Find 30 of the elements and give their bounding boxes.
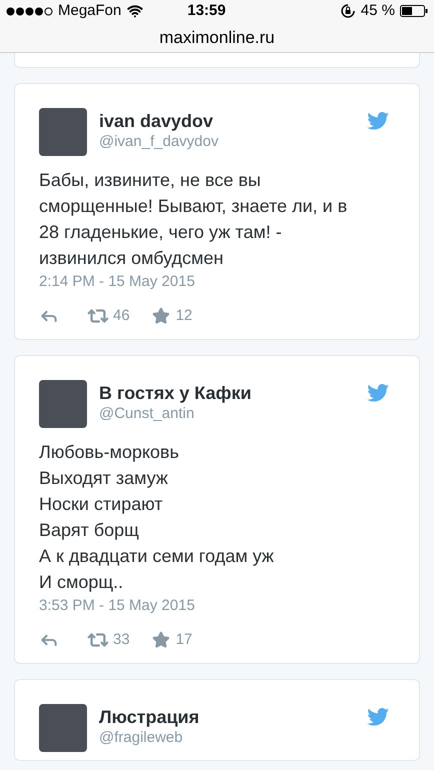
bird-icon	[367, 384, 389, 402]
clock-time: 13:59	[187, 0, 226, 21]
battery-icon	[400, 5, 428, 17]
retweet-count: 33	[113, 630, 130, 650]
signal-icon	[6, 6, 54, 16]
star-icon[interactable]	[152, 307, 170, 325]
rotation-lock-icon	[340, 4, 355, 18]
author-handle[interactable]: @fragileweb	[99, 728, 367, 748]
tweet-text: Любовь-морковь Выходят замуж Носки стирают Варят борщ А к двадцати семи годам уж И сморщ..	[39, 441, 275, 594]
author-name[interactable]: Люстрация	[99, 706, 367, 728]
author-name[interactable]: ivan davydov	[99, 110, 367, 132]
bird-icon	[367, 708, 389, 726]
author-name[interactable]: В гостях у Кафки	[99, 382, 367, 404]
tweet-date[interactable]: 3:53 PM - 15 May 2015	[39, 596, 395, 616]
avatar-photo-placeholder	[39, 704, 87, 752]
avatar-photo-placeholder	[39, 380, 87, 428]
favorite-count: 12	[176, 306, 192, 326]
tweet-date[interactable]: 2:14 PM - 15 May 2015	[39, 272, 395, 292]
tweet-text: Бабы, извините, не все вы сморщенные! Бывают, знаете ли, и в 28 гладенькие, чего уж там! - извинился омбудсмен	[39, 169, 348, 270]
author-handle[interactable]: @ivan_f_davydov	[99, 132, 367, 152]
avatar-photo-placeholder	[39, 108, 87, 156]
wifi-icon	[127, 3, 144, 19]
favorite-count: 17	[176, 630, 192, 650]
url-text[interactable]: maximonline.ru	[0, 25, 434, 50]
star-icon[interactable]	[152, 631, 170, 649]
bird-icon	[367, 112, 389, 130]
author-handle[interactable]: @Cunst_antin	[99, 404, 367, 424]
retweet-count: 46	[113, 306, 130, 326]
carrier-name: MegaFon	[58, 0, 122, 21]
battery-percent: 45 %	[360, 0, 395, 21]
